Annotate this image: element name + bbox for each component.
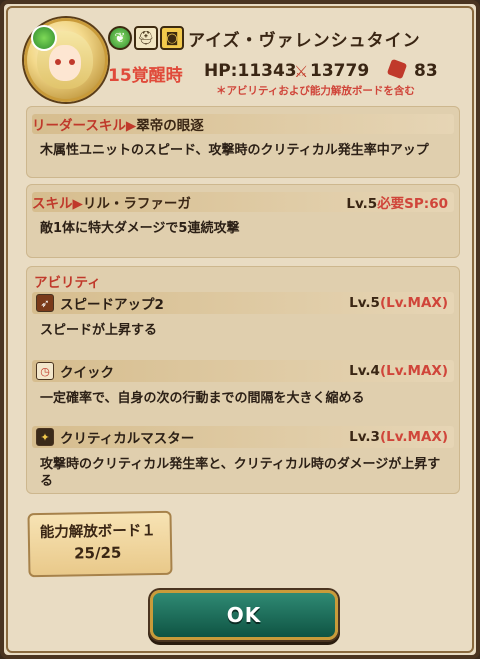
- leader-skill-description: 木属性ユニットのスピード、攻撃時のクリティカル発生率中アップ: [40, 143, 429, 158]
- ability-label: アビリティ: [34, 275, 101, 291]
- ability-description: 一定確率で、自身の次の行動までの間隔を大きく縮める: [40, 391, 365, 406]
- leaf-icon: ❦: [108, 26, 132, 50]
- skill-panel: スキル▶ リル・ラファーガ Lv.5必要SP:60 敵1体に特大ダメージで5連続…: [26, 184, 460, 258]
- skill-label: スキル▶: [32, 196, 83, 212]
- boot-icon: [386, 58, 408, 80]
- ok-button[interactable]: OK: [150, 590, 338, 640]
- unit-detail-dialog: ❦ ⛑ ◙ アイズ・ヴァレンシュタイン 15覚醒時 HP:11343 ⚔ 137…: [0, 0, 480, 659]
- leader-skill-header: リーダースキル▶ 翠帝の眼逐: [32, 114, 454, 134]
- ability-row[interactable]: ✦ クリティカルマスター Lv.3(Lv.MAX): [32, 426, 454, 448]
- ability-max: (Lv.MAX): [379, 429, 448, 445]
- awakening-level: 15覚醒時: [108, 66, 183, 86]
- ability-panel: アビリティ ➶ スピードアップ2 Lv.5(Lv.MAX) スピードが上昇する …: [26, 266, 460, 494]
- sword-icon: ⚔: [294, 62, 309, 81]
- hp-value: HP:11343: [204, 61, 297, 81]
- ability-max: (Lv.MAX): [379, 295, 448, 311]
- leader-skill-name: 翠帝の眼逐: [136, 118, 204, 134]
- board-count: 25/25: [74, 543, 122, 563]
- ability-level: Lv.4: [349, 363, 380, 379]
- board-title: 能力解放ボード１: [39, 523, 156, 542]
- ability-level: Lv.5: [349, 295, 380, 311]
- ability-name: クリティカルマスター: [60, 431, 195, 447]
- speed-value: 83: [414, 61, 438, 81]
- skill-header: スキル▶ リル・ラファーガ Lv.5必要SP:60: [32, 192, 454, 212]
- attack-value: 13779: [310, 61, 370, 81]
- skill-sp-cost: 必要SP:60: [377, 196, 448, 212]
- leader-skill-label: リーダースキル▶: [32, 118, 137, 134]
- stats-note: ＊アビリティおよび能力解放ボードを含む: [216, 85, 415, 97]
- critical-star-icon: ✦: [36, 428, 54, 446]
- ability-name: スピードアップ2: [60, 297, 164, 313]
- leader-skill-panel: リーダースキル▶ 翠帝の眼逐 木属性ユニットのスピード、攻撃時のクリティカル発生…: [26, 106, 460, 178]
- ability-name: クイック: [60, 365, 114, 381]
- helmet-icon: ⛑: [134, 26, 158, 50]
- skill-description: 敵1体に特大ダメージで5連続攻撃: [40, 221, 240, 236]
- speed-up-icon: ➶: [36, 294, 54, 312]
- ability-description: スピードが上昇する: [40, 323, 158, 338]
- ability-description: 攻撃時のクリティカル発生率と、クリティカル時のダメージが上昇する: [40, 457, 441, 489]
- ability-row[interactable]: ◷ クイック Lv.4(Lv.MAX): [32, 360, 454, 382]
- ability-row[interactable]: ➶ スピードアップ2 Lv.5(Lv.MAX): [32, 292, 454, 314]
- mask-icon: ◙: [160, 26, 184, 50]
- unit-portrait[interactable]: [24, 18, 108, 102]
- unit-name: アイズ・ヴァレンシュタイン: [188, 31, 421, 51]
- ability-level: Lv.3: [349, 429, 380, 445]
- ability-board-button[interactable]: 能力解放ボード１ 25/25: [27, 510, 173, 578]
- ability-max: (Lv.MAX): [379, 363, 448, 379]
- clock-icon: ◷: [36, 362, 54, 380]
- skill-level: Lv.5: [346, 196, 378, 212]
- skill-name: リル・ラファーガ: [82, 196, 191, 212]
- wood-element-icon: [31, 25, 57, 51]
